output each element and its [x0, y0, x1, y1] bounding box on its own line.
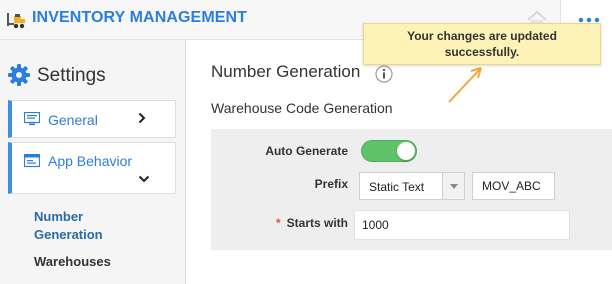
success-toast: Your changes are updated successfully.	[363, 23, 601, 65]
number-generation-form: Auto Generate Prefix Static Text * Starts…	[211, 129, 612, 250]
dropdown-toggle[interactable]	[442, 173, 464, 199]
sidebar-item-general[interactable]: General	[8, 100, 176, 138]
prefix-type-select[interactable]: Static Text	[359, 172, 465, 200]
prefix-input[interactable]	[472, 172, 555, 200]
starts-with-label: * Starts with	[276, 216, 348, 230]
sidebar-heading-label: Settings	[37, 65, 106, 86]
chevron-right-icon	[138, 112, 146, 124]
info-icon[interactable]	[375, 65, 393, 83]
toast-message: Your changes are updated successfully.	[407, 29, 557, 59]
section-title: Warehouse Code Generation	[211, 100, 393, 116]
auto-generate-label: Auto Generate	[265, 144, 348, 158]
sidebar-subitem-warehouses[interactable]: Warehouses	[34, 254, 111, 269]
starts-with-input[interactable]	[354, 210, 570, 240]
sidebar-item-label: App Behavior	[48, 153, 133, 169]
caret-down-icon	[450, 184, 458, 189]
monitor-icon	[24, 112, 40, 125]
pointer-arrow-icon	[448, 67, 482, 103]
prefix-label: Prefix	[314, 177, 348, 191]
chevron-down-icon	[138, 175, 150, 183]
page-title: Number Generation	[211, 62, 361, 81]
window-icon	[24, 154, 40, 168]
required-mark: *	[275, 216, 281, 230]
sidebar-item-app-behavior[interactable]: App Behavior	[8, 142, 176, 194]
sidebar-subitem-number-generation[interactable]: Number Generation	[34, 208, 154, 244]
forklift-icon	[7, 13, 25, 29]
starts-with-label-text: Starts with	[286, 216, 348, 230]
gear-icon	[8, 64, 30, 86]
sidebar: Settings General App Behavior Number Gen…	[0, 40, 186, 284]
sidebar-item-label: General	[48, 112, 98, 128]
auto-generate-toggle[interactable]	[361, 140, 417, 162]
app-title: INVENTORY MANAGEMENT	[32, 9, 248, 26]
prefix-type-value: Static Text	[369, 180, 425, 194]
toggle-knob	[397, 142, 415, 160]
